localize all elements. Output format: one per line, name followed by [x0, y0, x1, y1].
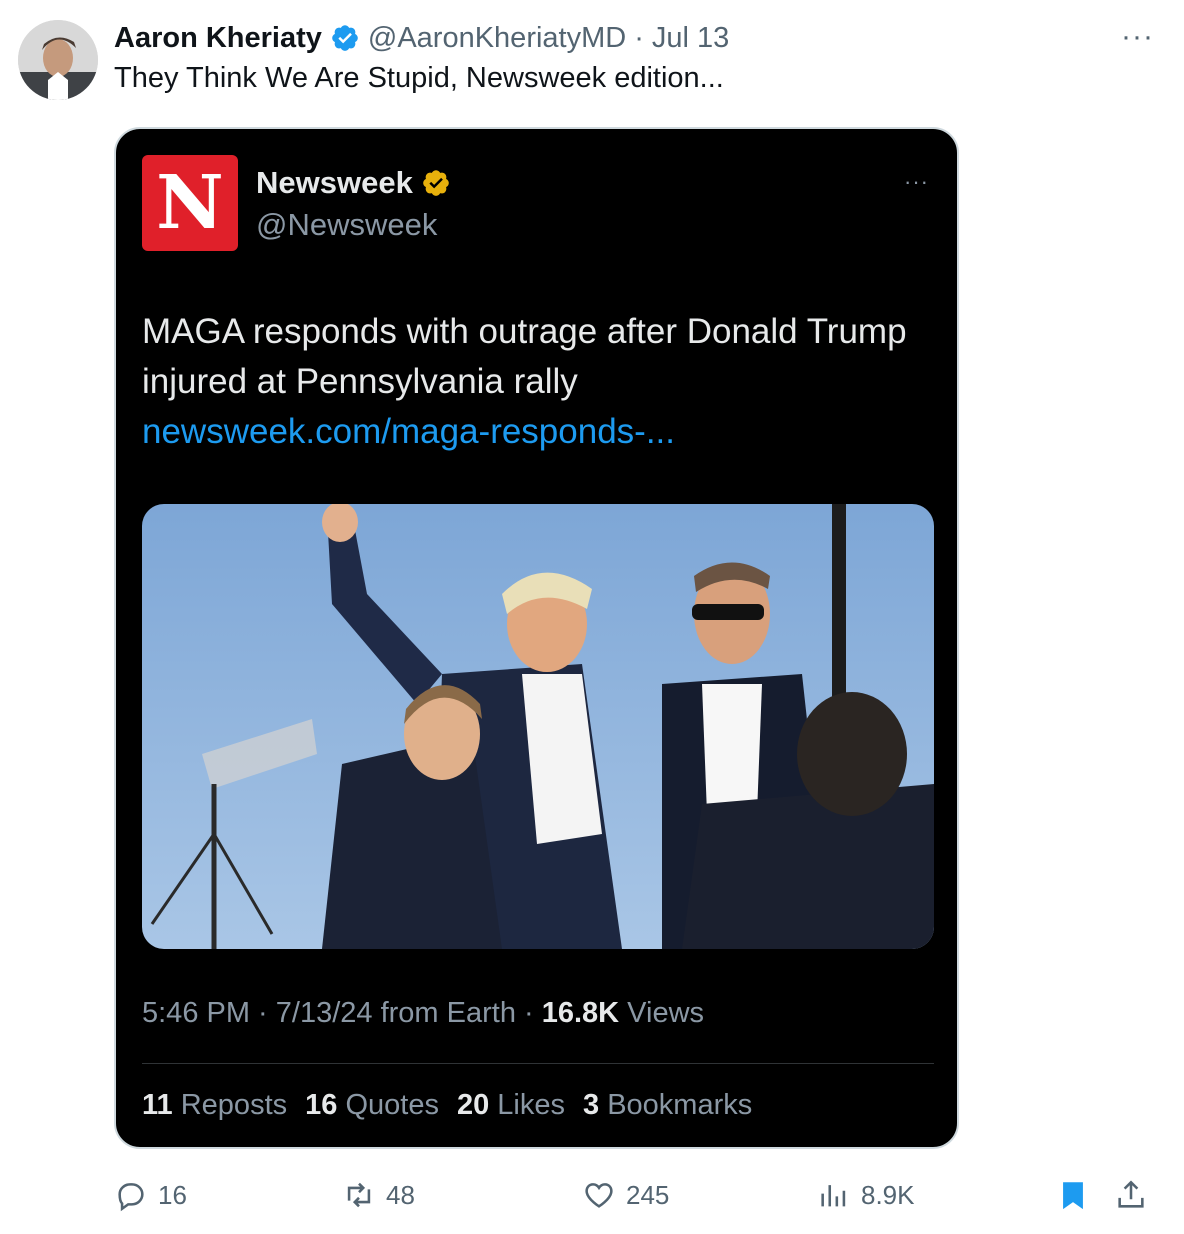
- share-icon: [1118, 1180, 1144, 1208]
- repost-count: 48: [386, 1179, 415, 1210]
- repost-button[interactable]: 48: [342, 1172, 415, 1218]
- action-bar: 16 48 245 8.9K: [114, 1172, 1154, 1222]
- embedded-engagement-stats: 11 Reposts 16 Quotes 20 Likes 3 Bookmark…: [142, 1089, 752, 1122]
- embedded-author-name: Newsweek: [256, 165, 413, 200]
- tweet: Aaron Kheriaty @AaronKheriatyMD · Jul 13…: [0, 0, 1184, 1234]
- avatar[interactable]: [18, 20, 98, 100]
- heart-icon: [585, 1183, 613, 1208]
- embedded-more-icon: ···: [904, 169, 929, 194]
- bookmark-button[interactable]: [1056, 1172, 1090, 1218]
- embedded-post-text: MAGA responds with outrage after Donald …: [142, 312, 907, 401]
- verified-badge-icon: [332, 25, 358, 51]
- embedded-photo: [142, 504, 934, 949]
- author-name[interactable]: Aaron Kheriaty: [114, 22, 322, 55]
- like-count: 245: [626, 1179, 670, 1210]
- embedded-post-link: newsweek.com/maga-responds-...: [142, 412, 675, 451]
- reply-count: 16: [158, 1179, 187, 1210]
- embedded-views-count: 16.8K: [541, 997, 620, 1029]
- more-options-icon[interactable]: ···: [1121, 22, 1154, 52]
- embedded-image[interactable]: N Newsweek @Newsweek ··· MAGA responds w…: [114, 127, 959, 1149]
- embedded-timestamp: 5:46 PM · 7/13/24 from Earth ·: [142, 997, 542, 1029]
- divider: [142, 1063, 934, 1064]
- like-button[interactable]: 245: [582, 1172, 669, 1218]
- embedded-reposts: 11 Reposts: [142, 1089, 288, 1121]
- bookmark-icon: [1063, 1182, 1083, 1210]
- author-handle[interactable]: @AaronKheriatyMD: [368, 22, 626, 55]
- views-count: 8.9K: [861, 1179, 915, 1210]
- reply-icon: [118, 1183, 144, 1212]
- views-button[interactable]: 8.9K: [817, 1172, 915, 1218]
- embedded-bookmarks: 3 Bookmarks: [582, 1089, 753, 1121]
- embedded-views-label: Views: [619, 997, 705, 1029]
- avatar-photo: [18, 20, 98, 100]
- author-row: Aaron Kheriaty @AaronKheriatyMD · Jul 13: [114, 18, 729, 58]
- tweet-text: They Think We Are Stupid, Newsweek editi…: [114, 62, 724, 94]
- embedded-author-handle: @Newsweek: [256, 207, 438, 242]
- newsweek-logo: N: [142, 155, 238, 251]
- share-button[interactable]: [1114, 1172, 1148, 1218]
- embedded-quotes: 16 Quotes: [305, 1089, 439, 1121]
- tweet-date[interactable]: Jul 13: [652, 22, 729, 55]
- views-chart-icon: [821, 1185, 846, 1207]
- gold-verified-badge-icon: [423, 170, 449, 196]
- reply-button[interactable]: 16: [114, 1172, 187, 1218]
- repost-icon: [347, 1182, 371, 1208]
- separator: ·: [634, 21, 644, 54]
- embedded-post-meta: 5:46 PM · 7/13/24 from Earth · 16.8K Vie…: [142, 997, 704, 1030]
- embedded-likes: 20 Likes: [456, 1089, 565, 1121]
- embedded-author-row: Newsweek: [256, 165, 451, 201]
